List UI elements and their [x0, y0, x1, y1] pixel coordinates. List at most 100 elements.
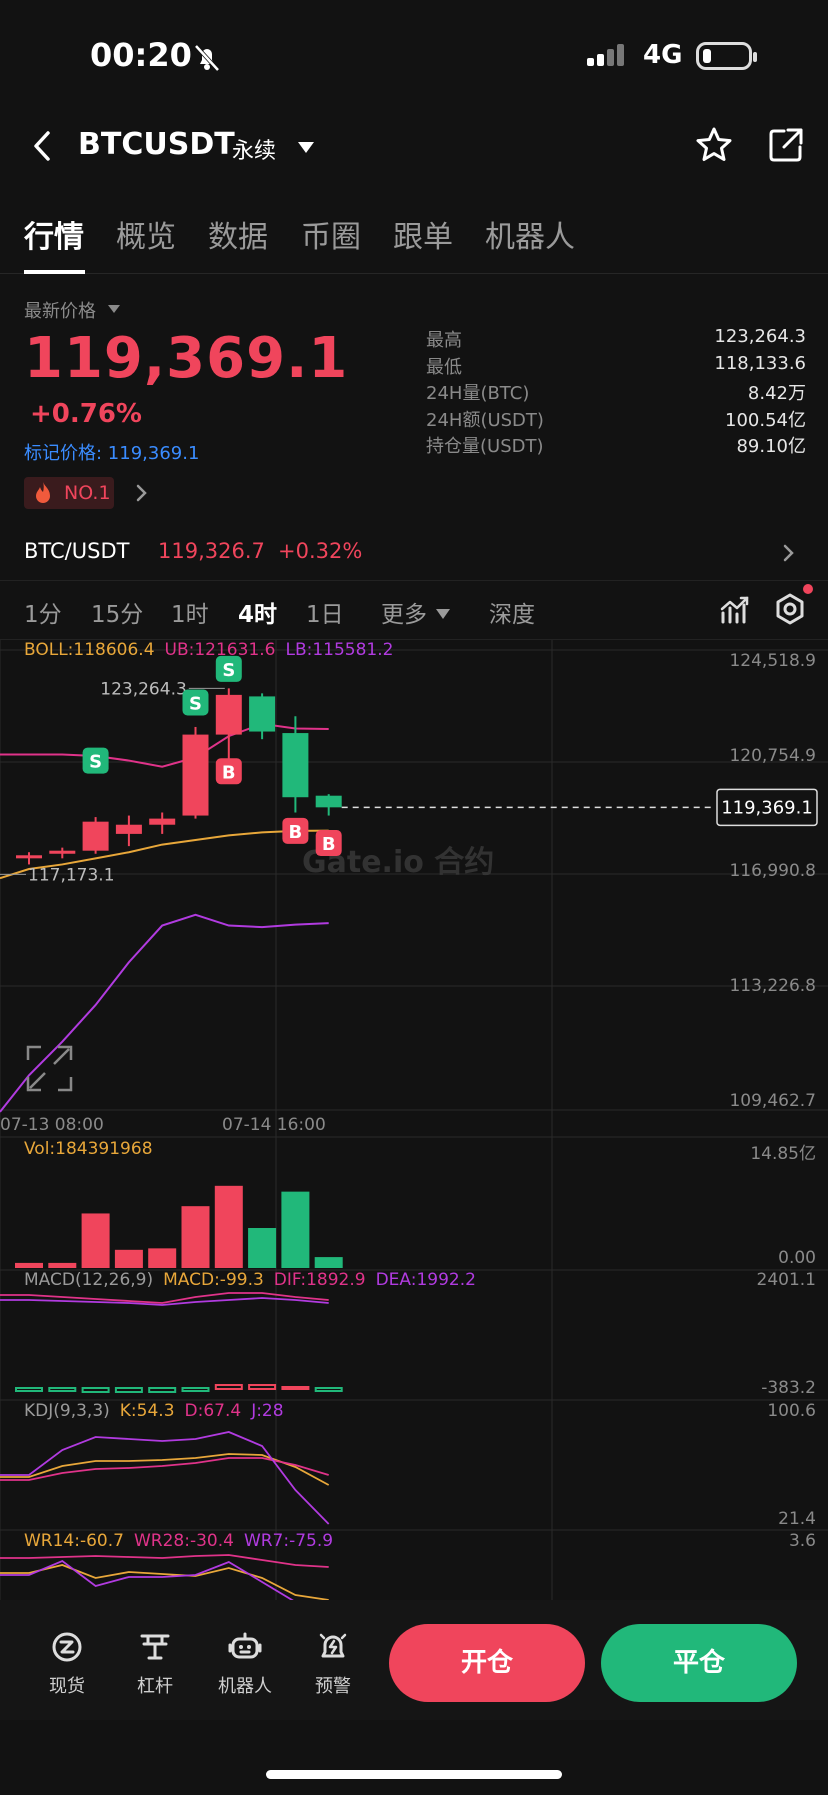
boll-lb: LB:115581.2 [285, 640, 394, 660]
macd-dea: DEA:1992.2 [375, 1270, 476, 1290]
open-position-button[interactable]: 开仓 [389, 1624, 585, 1702]
symbol-title[interactable]: BTCUSDT [78, 127, 235, 162]
nav-alert[interactable]: 预警 [298, 1630, 368, 1698]
candle-body [315, 795, 342, 808]
volume-max-label: 14.85亿 [750, 1144, 816, 1164]
share-icon[interactable] [766, 125, 806, 165]
alert-icon [319, 1633, 347, 1658]
tab-market[interactable]: 行情 [24, 212, 84, 256]
macd-histogram-bar [48, 1387, 77, 1392]
chart-area[interactable]: 124,518.9 120,754.9 116,990.8 113,226.8 109,… [0, 640, 828, 1600]
interval-1d[interactable]: 1日 [306, 595, 344, 629]
battery-icon [696, 42, 757, 70]
volume-bar [15, 1262, 43, 1268]
mark-price: 标记价格: 119,369.1 [24, 443, 200, 464]
robot-icon [228, 1632, 262, 1659]
kdj-params: KDJ(9,3,3) [24, 1401, 110, 1421]
volume-bar [148, 1248, 177, 1268]
wr7-line [0, 1559, 294, 1600]
stat-row: 最高 123,264.3 [426, 326, 806, 353]
candlestick-chart[interactable]: 124,518.9 120,754.9 116,990.8 113,226.8 109,… [0, 640, 828, 1600]
last-price: 119,369.1 [24, 326, 349, 391]
stat-key: 24H量(BTC) [426, 383, 530, 404]
trade-marker-label: S [89, 752, 102, 773]
interval-1h[interactable]: 1时 [171, 595, 209, 629]
interval-4h[interactable]: 4时 [238, 595, 277, 629]
stat-value: 8.42万 [747, 383, 806, 404]
wr7: WR7:-75.9 [243, 1531, 334, 1551]
candle-body [149, 818, 176, 825]
current-price-label: 119,369.1 [721, 797, 813, 818]
boll-upper-line [0, 722, 329, 768]
price-change: +0.76% [30, 399, 142, 429]
macd-histogram-bar [314, 1387, 343, 1392]
home-indicator[interactable] [266, 1770, 562, 1779]
stat-row: 持仓量(USDT) 89.10亿 [426, 432, 806, 459]
nav-spot[interactable]: 现货 [32, 1630, 102, 1698]
close-position-button[interactable]: 平仓 [601, 1624, 797, 1702]
interval-1m[interactable]: 1分 [24, 595, 62, 629]
indicator-icon[interactable] [720, 595, 750, 625]
back-icon[interactable] [28, 129, 58, 163]
volume-legend: Vol:184391968 [24, 1139, 163, 1159]
tab-community[interactable]: 币圈 [301, 212, 361, 256]
star-icon[interactable] [694, 125, 734, 165]
volume-bar [314, 1257, 343, 1268]
candle-body [215, 694, 242, 735]
caret-down-icon[interactable] [108, 305, 120, 313]
stat-key: 24H额(USDT) [426, 409, 544, 431]
y-tick-label: 124,518.9 [729, 651, 816, 671]
y-tick-label: 109,462.7 [729, 1091, 816, 1111]
rank-text: NO.1 [64, 482, 111, 504]
nav-robot-label: 机器人 [218, 1676, 272, 1697]
low-price-label: 117,173.1 [28, 865, 115, 885]
bell-muted-icon [194, 44, 220, 72]
wr-max-label: 3.6 [788, 1531, 816, 1551]
macd-max-label: 2401.1 [756, 1270, 816, 1290]
contract-type[interactable]: 永续 [232, 133, 276, 165]
rank-badge[interactable]: NO.1 [24, 477, 114, 509]
candle-body [49, 850, 76, 854]
candle-body [249, 696, 276, 732]
volume-min-label: 0.00 [778, 1248, 816, 1268]
spot-pair: BTC/USDT [24, 539, 130, 563]
notification-dot [803, 584, 813, 594]
flame-icon [36, 482, 50, 503]
stat-value: 123,264.3 [714, 326, 806, 347]
spot-price: 119,326.7 [158, 539, 265, 563]
macd-histogram-bar [148, 1387, 177, 1393]
chevron-down-icon[interactable] [298, 142, 314, 153]
wr28: WR28:-30.4 [133, 1531, 234, 1551]
interval-more[interactable]: 更多 [381, 595, 427, 629]
tab-data[interactable]: 数据 [208, 212, 268, 256]
macd-dif: DIF:1892.9 [273, 1270, 366, 1290]
tab-overview[interactable]: 概览 [116, 212, 176, 256]
tab-copy-trade[interactable]: 跟单 [393, 212, 453, 256]
interval-15m[interactable]: 15分 [91, 595, 143, 629]
macd-histogram-bar [248, 1384, 277, 1390]
stat-row: 最低 118,133.6 [426, 353, 806, 380]
leverage-icon [140, 1634, 170, 1660]
spot-icon [52, 1632, 82, 1662]
stat-value: 89.10亿 [736, 436, 806, 457]
boll-legend: BOLL:118606.4 UB:121631.6 LB:115581.2 [24, 640, 403, 660]
price-type-label[interactable]: 最新价格 [24, 297, 96, 323]
tab-bots[interactable]: 机器人 [485, 212, 575, 256]
volume-bar [48, 1262, 77, 1268]
caret-down-icon[interactable] [436, 609, 450, 619]
macd-histogram-bar [114, 1387, 143, 1393]
kdj-k: K:54.3 [119, 1401, 175, 1421]
volume-bar [114, 1249, 143, 1268]
chevron-right-icon[interactable] [135, 483, 149, 503]
settings-icon[interactable] [774, 593, 806, 625]
active-tab-indicator [24, 270, 85, 274]
wr28-line [0, 1554, 329, 1568]
candle-body [16, 855, 42, 859]
nav-leverage[interactable]: 杠杆 [120, 1630, 190, 1698]
volume-bar [248, 1228, 277, 1268]
macd-histogram-bar [214, 1384, 243, 1390]
nav-robot[interactable]: 机器人 [210, 1630, 280, 1698]
chevron-right-icon[interactable] [782, 543, 796, 563]
depth-tab[interactable]: 深度 [489, 595, 535, 629]
spot-price-row[interactable]: BTC/USDT 119,326.7 +0.32% [0, 533, 828, 573]
